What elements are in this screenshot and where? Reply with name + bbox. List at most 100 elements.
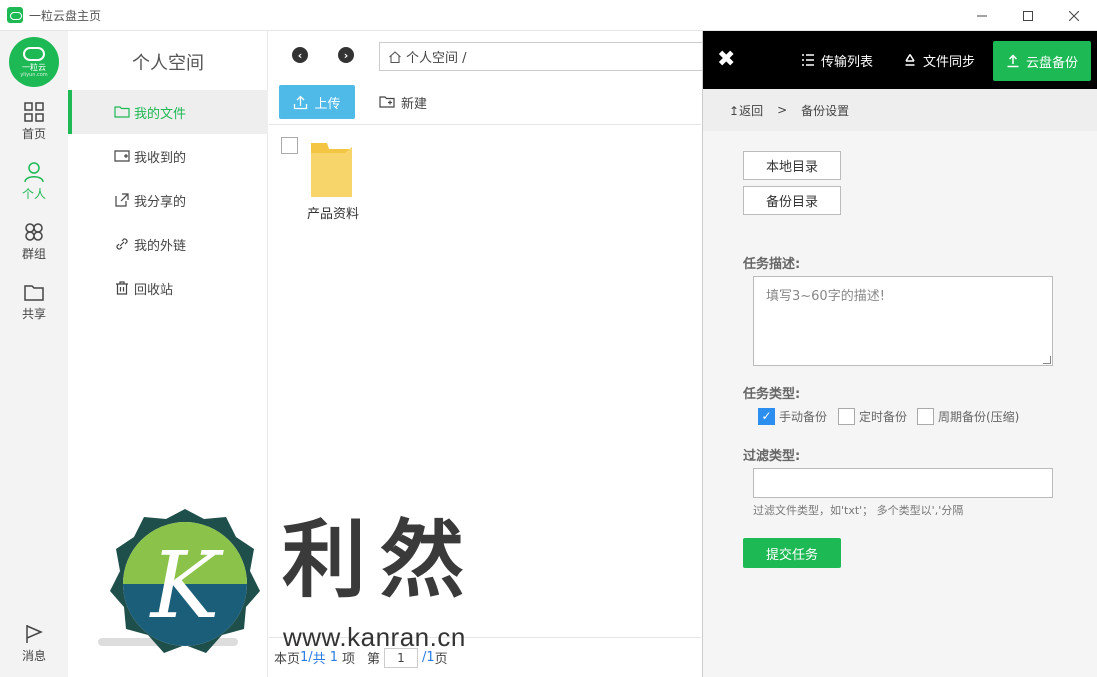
sidebar-item-label: 我分享的 [134,194,187,210]
select-all-checkbox[interactable] [281,137,298,154]
cloud-backup-button[interactable]: 云盘备份 [993,41,1091,81]
title-bar: 一粒云盘主页 [0,0,1097,31]
sidebar-item-shared[interactable]: 我分享的 [68,178,268,222]
minimize-button[interactable] [959,0,1005,31]
icon-bar: 一粒云 yliyun.com 首页 个人 群组 共享 消息 [0,31,68,677]
new-button[interactable]: 新建 [379,89,427,115]
nav-personal[interactable]: 个人 [0,151,68,211]
trash-icon [116,281,128,295]
submit-task-button[interactable]: 提交任务 [743,538,841,568]
file-name[interactable]: 产品资料 [291,203,375,222]
nav-share-label: 共享 [21,306,46,321]
nav-home-label: 首页 [21,126,46,141]
sidebar-item-label: 我的文件 [134,106,187,122]
upload-icon [1007,54,1019,68]
watermark-text: 利然 [282,510,479,609]
sidebar-item-links[interactable]: 我的外链 [68,222,268,266]
upload-icon [294,95,308,109]
recycle-icon [905,54,915,66]
desc-placeholder: 填写3~60字的描述! [766,289,885,304]
logo-sub: yliyun.com [20,71,48,78]
type-periodic[interactable]: 周期备份(压缩) [917,407,1019,425]
close-window-button[interactable] [1051,0,1097,31]
nav-home[interactable]: 首页 [0,91,68,151]
type-scheduled[interactable]: 定时备份 [838,407,907,425]
filter-hint: 过滤文件类型，如'txt'； 多个类型以','分隔 [753,504,964,517]
person-icon [24,161,44,182]
watermark-url: www.kanran.cn [283,622,466,652]
list-icon [802,54,814,66]
transfer-list-label: 传输列表 [821,54,874,70]
watermark-seal: K [110,509,260,653]
logo-name: 一粒云 [22,62,46,72]
panel-close-button[interactable]: ✖ [717,49,735,71]
checkbox-icon[interactable] [917,407,934,425]
filter-input[interactable] [753,468,1053,498]
folder-icon[interactable] [309,143,354,199]
share-icon [115,193,129,207]
folder-icon [24,284,44,301]
close-icon [1069,10,1079,21]
nav-personal-label: 个人 [21,186,46,201]
nav-group-label: 群组 [21,246,46,261]
local-dir-button[interactable]: 本地目录 [743,151,841,180]
sidebar-item-label: 回收站 [134,282,174,298]
link-icon [116,238,128,250]
back-button[interactable]: ‹ [292,47,308,63]
transfer-list-button[interactable]: 传输列表 [801,31,873,89]
sidebar-item-my-files[interactable]: 我的文件 [68,90,268,134]
nav-group[interactable]: 群组 [0,211,68,271]
file-sync-button[interactable]: 文件同步 [903,31,975,89]
nav-message[interactable]: 消息 [0,613,68,673]
nav-message-label: 消息 [21,648,46,663]
minimize-icon [977,15,987,16]
new-label: 新建 [401,96,428,112]
maximize-button[interactable] [1005,0,1051,31]
back-link[interactable]: ↥返回 [729,102,763,119]
forward-button[interactable]: › [338,47,354,63]
checkbox-icon[interactable] [838,407,855,425]
type-scheduled-label: 定时备份 [859,409,908,424]
file-sync-label: 文件同步 [923,54,976,70]
cloud-backup-label: 云盘备份 [1025,55,1078,71]
chevron-right-icon: › [343,48,349,62]
toolbar-divider [269,124,701,125]
sidebar-item-received[interactable]: 我收到的 [68,134,268,178]
upload-label: 上传 [314,96,341,112]
path-bar[interactable]: 个人空间 / [379,42,709,71]
path-text: 个人空间 / [406,51,467,66]
upload-button[interactable]: 上传 [279,85,355,119]
svg-text:K: K [149,532,225,639]
checkbox-checked-icon[interactable]: ✓ [758,407,775,425]
close-icon: ✖ [717,47,736,72]
type-periodic-label: 周期备份(压缩) [938,409,1020,424]
resize-grip-icon[interactable] [1043,356,1051,364]
sidebar-item-label: 我收到的 [134,150,187,166]
desc-textarea[interactable]: 填写3~60字的描述! [753,276,1053,366]
backup-panel: ✖ 传输列表 文件同步 云盘备份 ↥返回 > 备份设置 本地目录 备份目录 任务… [702,31,1097,677]
type-manual-label: 手动备份 [779,409,828,424]
cloud-icon [23,46,45,61]
new-folder-icon [379,96,395,108]
breadcrumb-current: 备份设置 [801,103,850,118]
filter-label: 过滤类型: [743,449,801,464]
folder-icon [114,106,130,118]
chevron-left-icon: ‹ [297,48,303,62]
back-arrow-icon: ↥ [729,103,740,118]
type-label: 任务类型: [743,387,801,402]
maximize-icon [1023,10,1033,21]
backup-dir-button[interactable]: 备份目录 [743,186,841,215]
breadcrumb-separator: > [777,103,788,117]
breadcrumb: ↥返回 > 备份设置 [703,89,1097,131]
nav-share[interactable]: 共享 [0,271,68,331]
sidebar-title: 个人空间 [132,53,204,74]
logo: 一粒云 yliyun.com [9,37,59,87]
panel-header: ✖ 传输列表 文件同步 云盘备份 [703,31,1097,89]
flag-icon [26,624,43,643]
inbox-icon [114,150,130,162]
type-manual[interactable]: ✓ 手动备份 [758,407,827,425]
sidebar-item-trash[interactable]: 回收站 [68,266,268,310]
back-label: 返回 [739,103,764,118]
desc-label: 任务描述: [743,257,801,272]
grid-icon [24,101,44,122]
